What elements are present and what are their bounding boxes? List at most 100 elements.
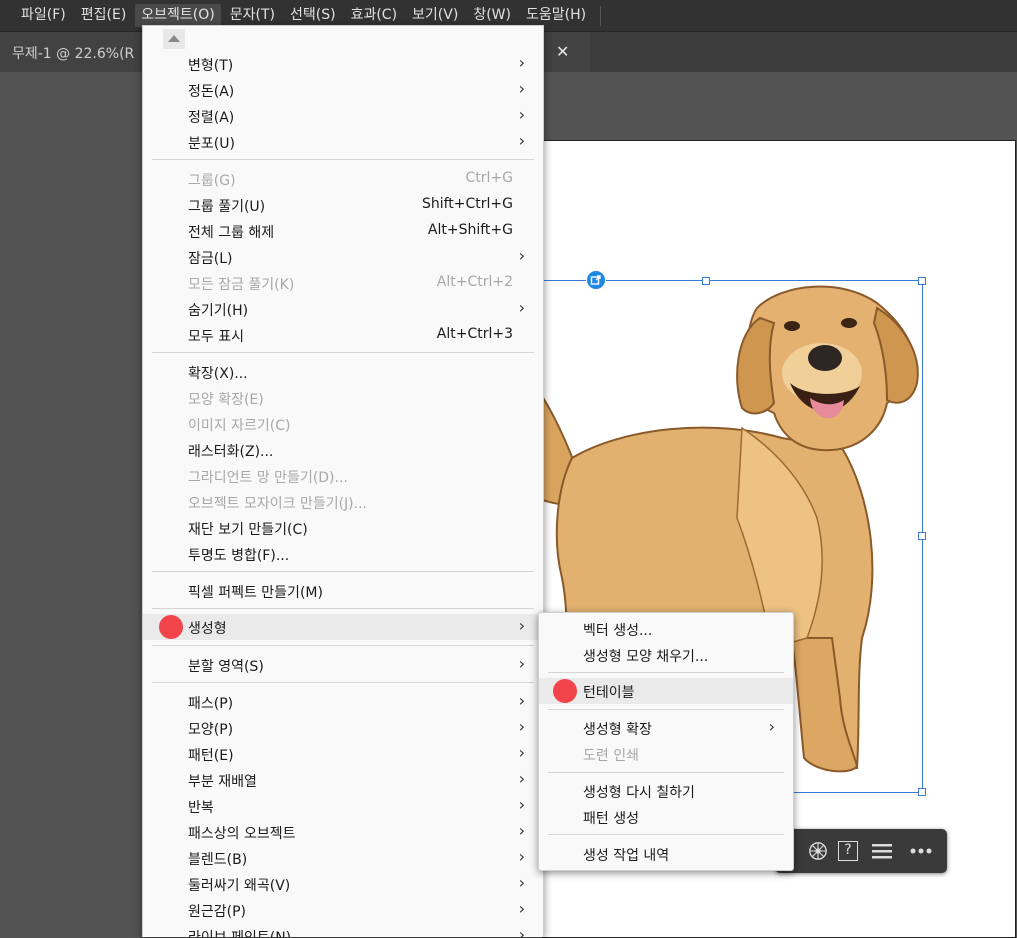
- menu-item-expand-appearance[interactable]: 모양 확장(E): [143, 385, 543, 411]
- menu-item-label: 분포(U): [188, 136, 235, 152]
- menu-item-label: 패턴(E): [188, 748, 234, 764]
- menu-item-label: 생성형 확장: [583, 722, 652, 738]
- resize-handle-bottom-right[interactable]: [918, 788, 926, 796]
- menu-item-arrange[interactable]: 정돈(A) ›: [143, 77, 543, 103]
- menu-item-slice[interactable]: 분할 영역(S) ›: [143, 652, 543, 678]
- chevron-right-icon: ›: [518, 246, 525, 265]
- menu-item-label: 모든 잠금 풀기(K): [188, 277, 295, 293]
- submenu-item-generate-patterns[interactable]: 패턴 생성: [539, 804, 793, 830]
- menubar-divider: [600, 5, 602, 26]
- menu-item-ungroup[interactable]: 그룹 풀기(U) Shift+Ctrl+G: [143, 192, 543, 218]
- scroll-up-arrow-icon[interactable]: [163, 29, 185, 49]
- menu-item-crop-image[interactable]: 이미지 자르기(C): [143, 411, 543, 437]
- menu-item-expand[interactable]: 확장(X)...: [143, 359, 543, 385]
- menu-item-label: 잠금(L): [188, 251, 233, 267]
- menu-divider: [152, 571, 534, 572]
- menu-item-intertwine[interactable]: 부분 재배열 ›: [143, 767, 543, 793]
- widget-handle[interactable]: [586, 270, 606, 290]
- menu-item-shape[interactable]: 모양(P) ›: [143, 715, 543, 741]
- menu-item-object-mosaic[interactable]: 오브젝트 모자이크 만들기(J)...: [143, 489, 543, 515]
- submenu-item-generate-vectors[interactable]: 벡터 생성...: [539, 616, 793, 642]
- chevron-right-icon: ›: [518, 821, 525, 840]
- menu-item-label: 확장(X)...: [188, 366, 248, 382]
- recolor-icon[interactable]: [807, 841, 829, 861]
- menu-object[interactable]: 오브젝트(O): [135, 4, 221, 27]
- menu-item-label: 투명도 병합(F)...: [188, 548, 290, 564]
- menu-edit[interactable]: 편집(E): [75, 4, 133, 27]
- menu-item-transform[interactable]: 변형(T) ›: [143, 51, 543, 77]
- chevron-right-icon: ›: [518, 873, 525, 892]
- menu-item-perspective[interactable]: 원근감(P) ›: [143, 897, 543, 923]
- menu-select[interactable]: 선택(S): [284, 4, 342, 27]
- resize-handle-top-right[interactable]: [918, 277, 926, 285]
- submenu-item-generative-recolor[interactable]: 생성형 다시 칠하기: [539, 778, 793, 804]
- menu-file[interactable]: 파일(F): [15, 4, 72, 27]
- chevron-right-icon: ›: [518, 616, 525, 635]
- menu-lines-icon[interactable]: [871, 841, 893, 861]
- menu-item-flatten-transparency[interactable]: 투명도 병합(F)...: [143, 541, 543, 567]
- object-menu-dropdown: 변형(T) › 정돈(A) › 정렬(A) › 분포(U) › 그룹(G) Ctrl+G …: [142, 25, 544, 937]
- menu-item-hide[interactable]: 숨기기(H) ›: [143, 296, 543, 322]
- menu-item-label: 모두 표시: [188, 329, 244, 345]
- chevron-right-icon: ›: [518, 691, 525, 710]
- menu-divider: [152, 608, 534, 609]
- close-icon[interactable]: ✕: [556, 42, 569, 61]
- resize-handle-right[interactable]: [918, 532, 926, 540]
- menu-item-trim-view[interactable]: 재단 보기 만들기(C): [143, 515, 543, 541]
- submenu-item-generative-shape-fill[interactable]: 생성형 모양 채우기...: [539, 642, 793, 668]
- menu-item-lock[interactable]: 잠금(L) ›: [143, 244, 543, 270]
- submenu-item-generative-expand[interactable]: 생성형 확장 ›: [539, 715, 793, 741]
- menu-item-pattern[interactable]: 패턴(E) ›: [143, 741, 543, 767]
- chevron-right-icon: ›: [768, 717, 775, 736]
- menu-item-label: 생성형 모양 채우기...: [583, 649, 709, 665]
- menu-item-show-all[interactable]: 모두 표시 Alt+Ctrl+3: [143, 322, 543, 348]
- menu-item-group[interactable]: 그룹(G) Ctrl+G: [143, 166, 543, 192]
- menu-divider: [152, 645, 534, 646]
- menu-item-shortcut: Shift+Ctrl+G: [421, 196, 513, 212]
- menu-item-path[interactable]: 패스(P) ›: [143, 689, 543, 715]
- menu-item-label: 모양 확장(E): [188, 392, 264, 408]
- submenu-item-turntable[interactable]: 턴테이블: [539, 678, 793, 704]
- menu-item-shortcut: Alt+Ctrl+2: [436, 274, 513, 290]
- menu-item-label: 도련 인쇄: [583, 748, 639, 764]
- menu-item-envelope-distort[interactable]: 둘러싸기 왜곡(V) ›: [143, 871, 543, 897]
- menu-window[interactable]: 창(W): [467, 4, 517, 27]
- menu-item-objects-on-path[interactable]: 패스상의 오브젝트 ›: [143, 819, 543, 845]
- menu-item-generative[interactable]: 생성형 ›: [143, 614, 543, 640]
- menu-item-label: 그룹 풀기(U): [188, 199, 266, 215]
- submenu-item-generation-history[interactable]: 생성 작업 내역: [539, 841, 793, 867]
- menu-item-pixel-perfect[interactable]: 픽셀 퍼펙트 만들기(M): [143, 578, 543, 604]
- menu-help[interactable]: 도움말(H): [520, 4, 592, 27]
- menu-view[interactable]: 보기(V): [406, 4, 464, 27]
- menu-effect[interactable]: 효과(C): [345, 4, 403, 27]
- chevron-right-icon: ›: [518, 105, 525, 124]
- menu-item-gradient-mesh[interactable]: 그라디언트 망 만들기(D)...: [143, 463, 543, 489]
- chevron-right-icon: ›: [518, 795, 525, 814]
- menu-item-live-paint[interactable]: 라이브 페인트(N)›: [143, 923, 543, 938]
- resize-handle-top[interactable]: [702, 277, 710, 285]
- menu-item-blend[interactable]: 블렌드(B) ›: [143, 845, 543, 871]
- chevron-right-icon: ›: [518, 847, 525, 866]
- menu-item-ungroup-all[interactable]: 전체 그룹 해제 Alt+Shift+G: [143, 218, 543, 244]
- menu-type[interactable]: 문자(T): [224, 4, 281, 27]
- chevron-right-icon: ›: [518, 53, 525, 72]
- menu-item-label: 원근감(P): [188, 904, 247, 920]
- menu-item-label: 전체 그룹 해제: [188, 225, 275, 241]
- menu-item-distribute[interactable]: 분포(U) ›: [143, 129, 543, 155]
- menu-item-shortcut: Ctrl+G: [465, 170, 514, 186]
- menu-item-rasterize[interactable]: 래스터화(Z)...: [143, 437, 543, 463]
- help-icon[interactable]: ?: [838, 841, 858, 861]
- more-options-icon[interactable]: [909, 841, 933, 861]
- menu-divider: [152, 682, 534, 683]
- menu-item-align[interactable]: 정렬(A) ›: [143, 103, 543, 129]
- menu-item-repeat[interactable]: 반복 ›: [143, 793, 543, 819]
- menu-item-unlock-all[interactable]: 모든 잠금 풀기(K) Alt+Ctrl+2: [143, 270, 543, 296]
- chevron-right-icon: ›: [518, 717, 525, 736]
- menu-item-label: 반복: [188, 800, 214, 816]
- submenu-item-bleed[interactable]: 도련 인쇄: [539, 741, 793, 767]
- menu-item-label: 생성형 다시 칠하기: [583, 785, 695, 801]
- contextual-task-bar: ?: [775, 829, 947, 873]
- highlight-marker: [553, 679, 577, 703]
- chevron-right-icon: ›: [518, 298, 525, 317]
- chevron-right-icon: ›: [518, 79, 525, 98]
